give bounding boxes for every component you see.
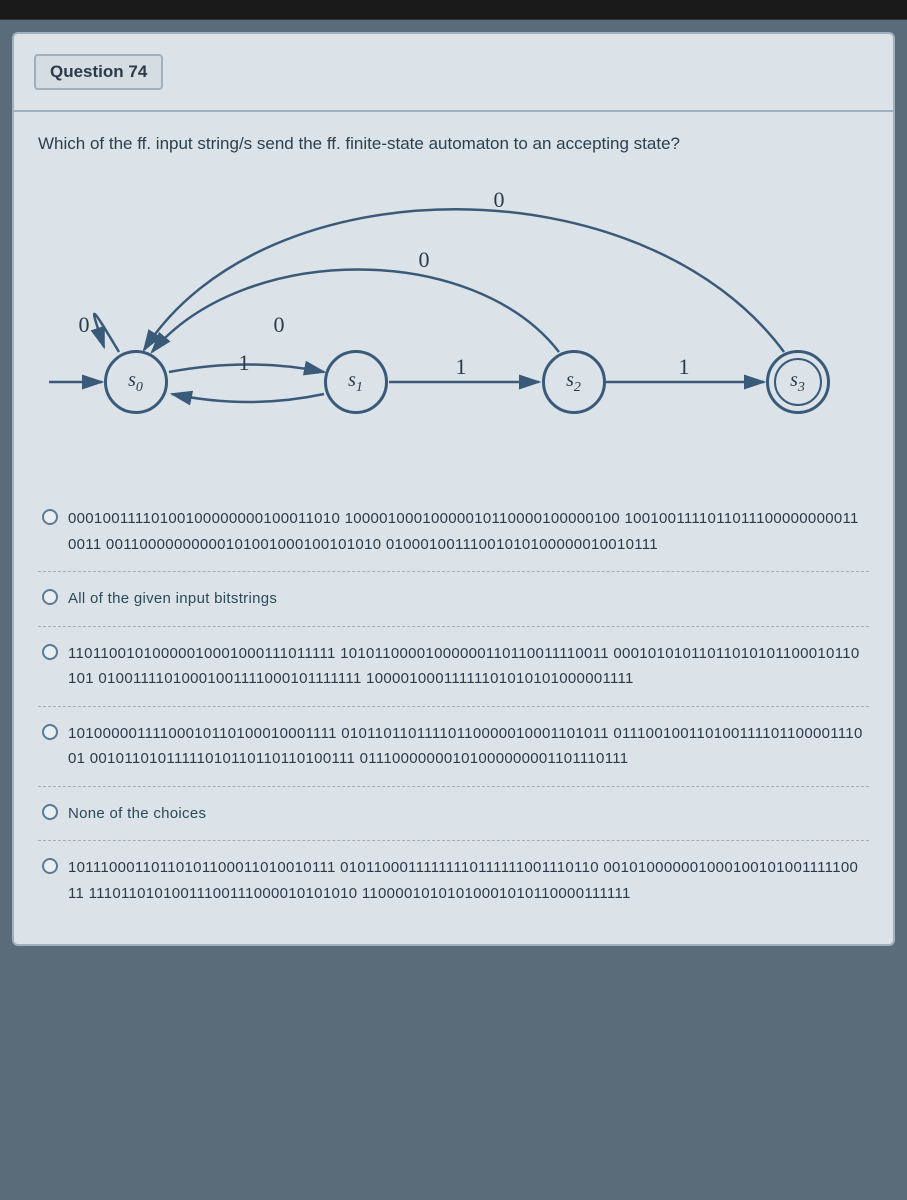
option-6-text: 10111000110110101100011010010111 0101100… <box>68 855 865 906</box>
answer-options: 00010011110100100000000100011010 1000010… <box>38 492 869 920</box>
option-2[interactable]: All of the given input bitstrings <box>38 571 869 626</box>
automaton-edges <box>44 172 864 462</box>
question-prompt: Which of the ff. input string/s send the… <box>38 134 869 154</box>
option-5[interactable]: None of the choices <box>38 786 869 841</box>
page: Question 74 Which of the ff. input strin… <box>0 20 907 958</box>
option-2-text: All of the given input bitstrings <box>68 586 277 612</box>
option-6[interactable]: 10111000110110101100011010010111 0101100… <box>38 840 869 920</box>
state-s3: s3 <box>766 350 830 414</box>
radio-icon <box>42 509 58 525</box>
radio-icon <box>42 644 58 660</box>
label-s2-s0: 0 <box>419 247 430 273</box>
question-body: Which of the ff. input string/s send the… <box>14 110 893 944</box>
label-s0-s1: 1 <box>239 350 250 376</box>
label-s1-s2: 1 <box>456 354 467 380</box>
state-s0: s0 <box>104 350 168 414</box>
label-s0-loop: 0 <box>79 312 90 338</box>
state-s1: s1 <box>324 350 388 414</box>
radio-icon <box>42 589 58 605</box>
radio-icon <box>42 724 58 740</box>
label-s2-s3: 1 <box>679 354 690 380</box>
option-4-text: 10100000111100010110100010001111 0101101… <box>68 721 865 772</box>
radio-icon <box>42 858 58 874</box>
option-4[interactable]: 10100000111100010110100010001111 0101101… <box>38 706 869 786</box>
option-5-text: None of the choices <box>68 801 206 827</box>
automaton-diagram: s0 s1 s2 s3 0 1 0 1 0 1 0 <box>44 172 864 462</box>
option-1[interactable]: 00010011110100100000000100011010 1000010… <box>38 492 869 571</box>
question-number-badge: Question 74 <box>34 54 163 90</box>
radio-icon <box>42 804 58 820</box>
state-s2: s2 <box>542 350 606 414</box>
label-s1-s0: 0 <box>274 312 285 338</box>
question-card: Question 74 Which of the ff. input strin… <box>12 32 895 946</box>
option-1-text: 00010011110100100000000100011010 1000010… <box>68 506 865 557</box>
browser-chrome <box>0 0 907 20</box>
option-3[interactable]: 11011001010000010001000111011111 1010110… <box>38 626 869 706</box>
option-3-text: 11011001010000010001000111011111 1010110… <box>68 641 865 692</box>
label-s3-s0: 0 <box>494 187 505 213</box>
